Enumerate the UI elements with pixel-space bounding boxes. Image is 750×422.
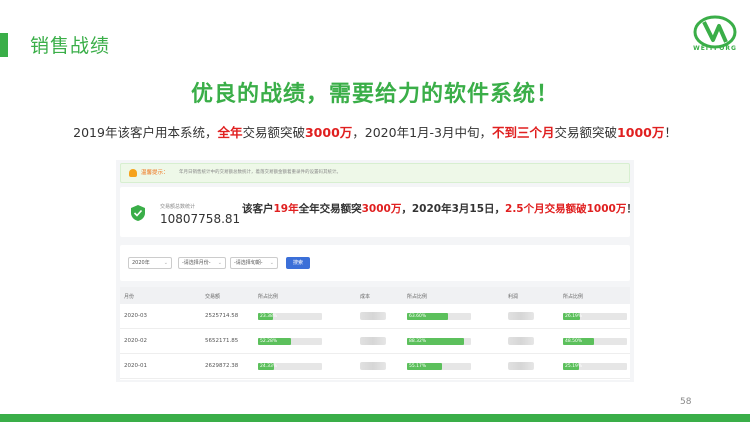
table-header: 月份 交易额 所占比例 成本 所占比例 利润 所占比例 [120, 287, 630, 304]
cell-month: 2020-01 [124, 363, 147, 369]
percent-label: 55.17% [409, 364, 427, 369]
cell-amount: 2525714.58 [205, 313, 239, 319]
percent-label: 52.28% [260, 339, 278, 344]
cell-profit-redacted [508, 362, 534, 370]
notice-text: 年月日销售统计中的交易额总数统计，着落交易额金额着重录件的设置码其统计。 [179, 170, 341, 175]
cell-profit-redacted [508, 337, 534, 345]
percent-label: 24.33% [260, 364, 278, 369]
cost-ratio-bar: 88.32% [407, 338, 471, 345]
bell-icon [129, 169, 137, 177]
sales-table: 月份 交易额 所占比例 成本 所占比例 利润 所占比例 2020-03 25257… [120, 287, 630, 380]
shield-check-icon [131, 205, 145, 221]
col-header: 成本 [360, 294, 371, 300]
chevron-down-icon: ⌄ [163, 260, 168, 266]
chevron-down-icon: ⌄ [269, 260, 274, 266]
notice-label: 温馨提示： [141, 170, 169, 176]
table-row: 2020-02 5652171.85 52.28% 88.32% 48.50% [120, 329, 630, 354]
amount-ratio-bar: 24.33% [258, 363, 322, 370]
slide-title: 销售战绩 [30, 35, 111, 57]
filter-bar: 2020年 ⌄ -请选择月份- ⌄ -请选择旬期- ⌄ 搜索 [120, 245, 630, 281]
cell-cost-redacted [360, 312, 386, 320]
stat-annotation: 该客户19年全年交易额突3000万，2020年3月15日，2.5个月交易额破10… [242, 203, 637, 215]
percent-label: 63.60% [409, 314, 427, 319]
cell-month: 2020-03 [124, 313, 147, 319]
logo-wordmark: WEITFORG [693, 45, 737, 52]
footer-bar [0, 414, 750, 422]
cell-profit-redacted [508, 312, 534, 320]
cost-ratio-bar: 63.60% [407, 313, 471, 320]
percent-label: 23.38% [260, 314, 278, 319]
col-header: 所占比例 [563, 294, 584, 300]
title-accent-bar [0, 33, 8, 57]
profit-ratio-bar: 26.19% [563, 313, 627, 320]
profit-ratio-bar: 48.50% [563, 338, 627, 345]
col-header: 交易额 [205, 294, 221, 300]
slide: 销售战绩 WEITFORG 优良的战绩，需要给力的软件系统！ 2019年该客户用… [0, 0, 750, 422]
stat-label: 交易额总数统计 [160, 204, 196, 210]
embedded-screenshot: 温馨提示： 年月日销售统计中的交易额总数统计，着落交易额金额着重录件的设置码其统… [116, 160, 637, 382]
col-header: 所占比例 [407, 294, 428, 300]
cell-amount: 2629872.38 [205, 363, 239, 369]
table-row: 2020-01 2629872.38 24.33% 55.17% 25.19% [120, 354, 630, 379]
search-button[interactable]: 搜索 [286, 257, 310, 269]
year-select[interactable]: 2020年 ⌄ [128, 257, 172, 269]
percent-label: 48.50% [565, 339, 583, 344]
period-select[interactable]: -请选择旬期- ⌄ [230, 257, 278, 269]
profit-ratio-bar: 25.19% [563, 363, 627, 370]
month-select[interactable]: -请选择月份- ⌄ [178, 257, 226, 269]
table-row: 2020-03 2525714.58 23.38% 63.60% 26.19% [120, 304, 630, 329]
cell-amount: 5652171.85 [205, 338, 239, 344]
cell-cost-redacted [360, 362, 386, 370]
page-number: 58 [680, 397, 692, 407]
percent-label: 26.19% [565, 314, 583, 319]
cost-ratio-bar: 55.17% [407, 363, 471, 370]
col-header: 月份 [124, 294, 135, 300]
amount-ratio-bar: 23.38% [258, 313, 322, 320]
notice-bar: 温馨提示： 年月日销售统计中的交易额总数统计，着落交易额金额着重录件的设置码其统… [120, 163, 630, 183]
col-header: 利润 [508, 294, 519, 300]
cell-cost-redacted [360, 337, 386, 345]
stat-card: 交易额总数统计 10807758.81 该客户19年全年交易额突3000万，20… [120, 187, 637, 237]
stat-value: 10807758.81 [160, 212, 241, 226]
percent-label: 25.19% [565, 364, 583, 369]
chevron-down-icon: ⌄ [217, 260, 222, 266]
col-header: 所占比例 [258, 294, 279, 300]
amount-ratio-bar: 52.28% [258, 338, 322, 345]
headline: 优良的战绩，需要给力的软件系统！ [190, 82, 559, 107]
percent-label: 88.32% [409, 339, 427, 344]
cell-month: 2020-02 [124, 338, 147, 344]
subline: 2019年该客户用本系统，全年交易额突破3000万，2020年1月-3月中旬，不… [73, 125, 677, 140]
